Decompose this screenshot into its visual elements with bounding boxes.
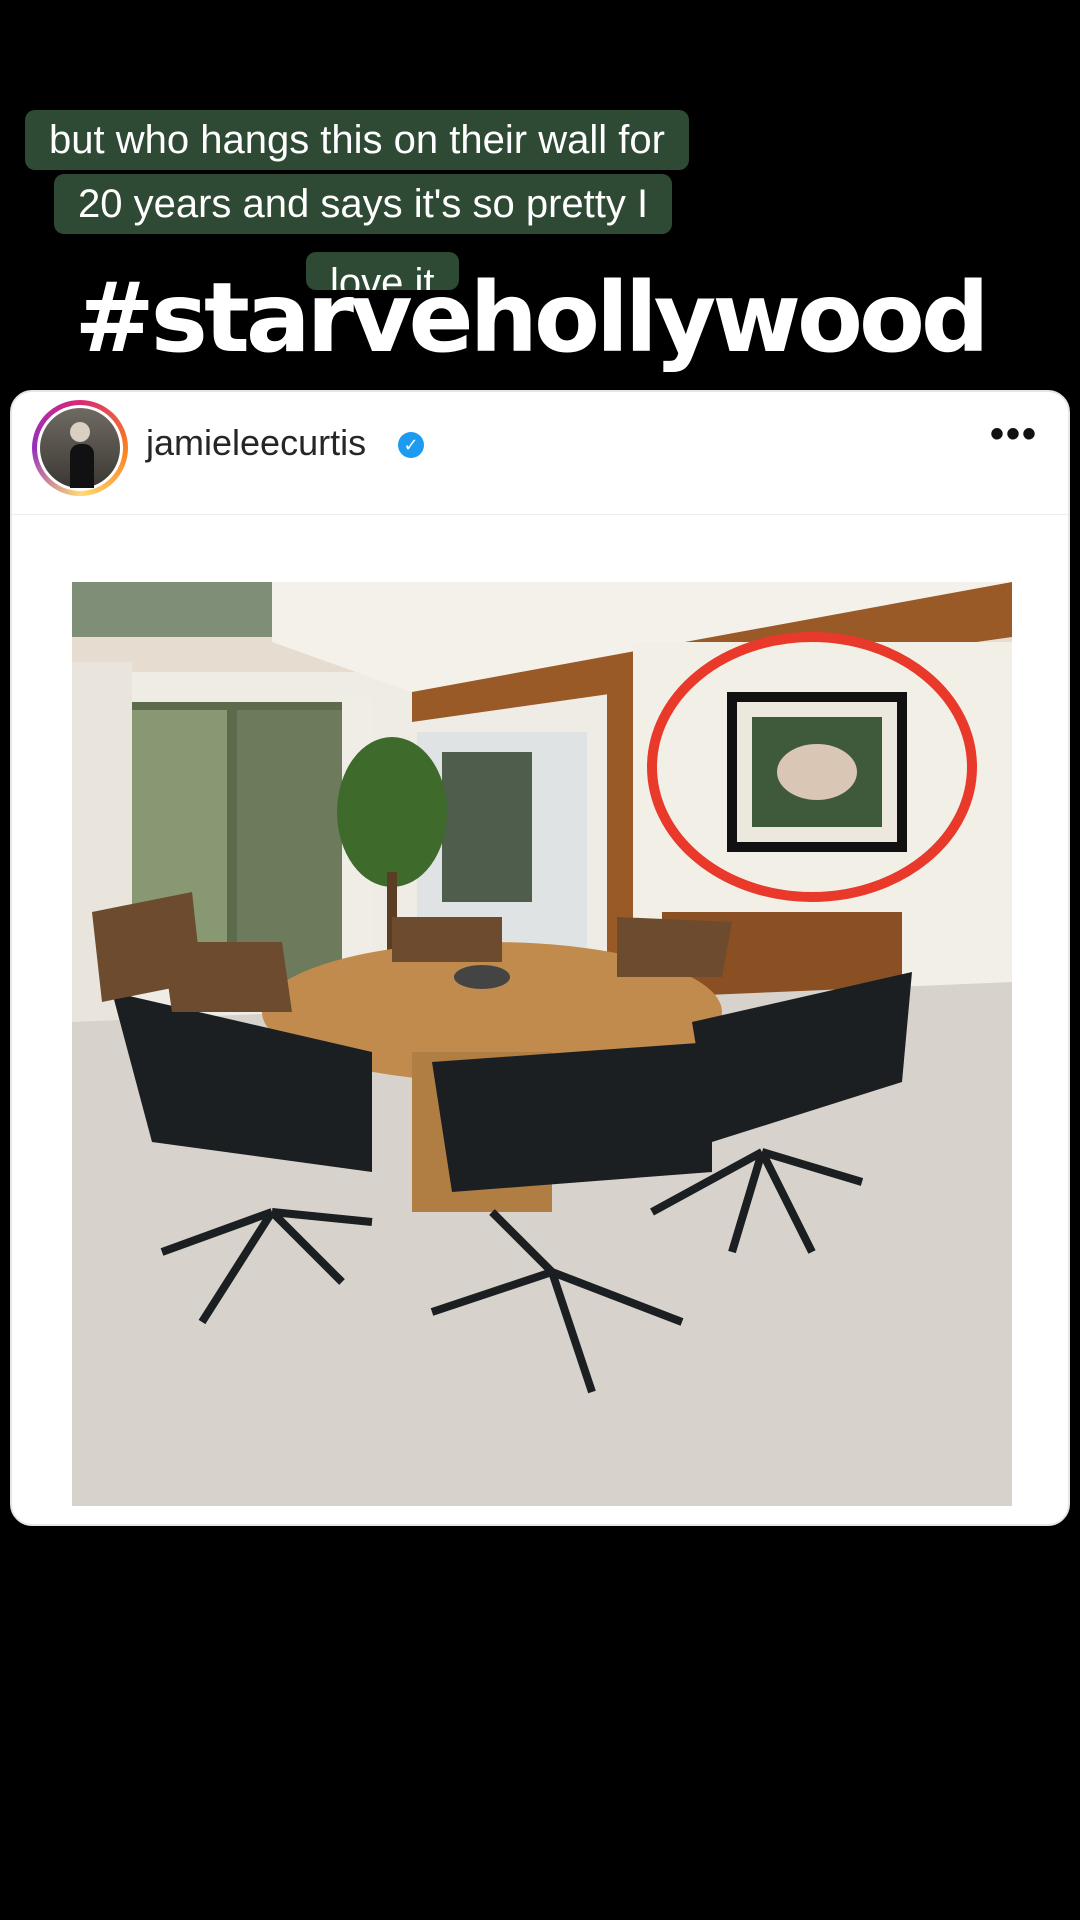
dining-room-photo bbox=[72, 582, 1012, 1506]
post-image[interactable] bbox=[72, 582, 1012, 1506]
username-link[interactable]: jamieleecurtis bbox=[146, 422, 366, 464]
verified-icon: ✓ bbox=[398, 432, 424, 458]
more-icon[interactable]: ••• bbox=[990, 412, 1038, 457]
hashtag-overlay: #starvehollywood bbox=[71, 259, 992, 377]
avatar[interactable] bbox=[32, 400, 128, 496]
instagram-post-card: jamieleecurtis ✓ ••• bbox=[10, 390, 1070, 1526]
avatar-photo bbox=[40, 408, 120, 488]
caption-line-1: but who hangs this on their wall for bbox=[25, 110, 689, 170]
post-header: jamieleecurtis ✓ ••• bbox=[12, 392, 1068, 515]
caption-line-2: 20 years and says it's so pretty I bbox=[54, 174, 673, 234]
